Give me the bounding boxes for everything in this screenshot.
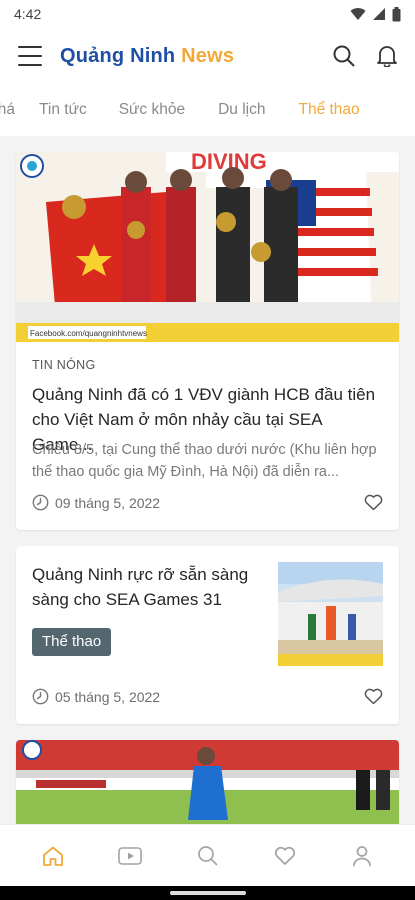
status-bar: 4:42 (0, 0, 415, 28)
stadium-photo (278, 562, 383, 666)
home-gesture-handle[interactable] (170, 891, 246, 895)
wifi-icon (350, 8, 366, 20)
article-tag: TIN NÓNG (32, 358, 96, 372)
article-card[interactable]: DIVING Facebook.com/quangninhtvnews TIN … (16, 152, 399, 530)
article-meta: 05 tháng 5, 2022 (32, 688, 383, 705)
home-icon[interactable] (42, 845, 64, 867)
clock-icon (32, 688, 49, 705)
tab-news[interactable]: Tin tức (39, 101, 87, 119)
article-date: 09 tháng 5, 2022 (55, 494, 161, 511)
app-actions (333, 45, 397, 67)
article-date: 05 tháng 5, 2022 (55, 688, 161, 705)
article-thumbnail[interactable] (278, 562, 383, 666)
clock-icon (32, 494, 49, 511)
nav-home[interactable] (31, 834, 75, 878)
tab-health[interactable]: Sức khỏe (119, 101, 185, 119)
app-title: Quảng Ninh News (60, 45, 234, 68)
bottom-navigation (0, 824, 415, 886)
tab-sports[interactable]: Thể thao (298, 101, 359, 119)
article-summary: Chiều 8/5, tại Cung thể thao dưới nước (… (32, 442, 377, 480)
category-tabs: khá Tin tức Sức khỏe Du lịch Thể thao (0, 86, 415, 134)
battery-icon (392, 6, 401, 21)
app-title-brand: Quảng Ninh (60, 44, 176, 67)
heart-icon[interactable] (274, 846, 296, 866)
category-badge[interactable]: Thể thao (32, 628, 112, 656)
article-card[interactable] (16, 740, 399, 824)
tab-partial[interactable]: khá (0, 101, 15, 119)
search-icon[interactable] (197, 845, 218, 866)
news-feed[interactable]: DIVING Facebook.com/quangninhtvnews TIN … (0, 136, 415, 824)
diving-podium-photo: DIVING Facebook.com/quangninhtvnews (16, 152, 399, 342)
football-photo (16, 740, 399, 824)
app-title-news: News (181, 44, 235, 67)
nav-search[interactable] (185, 834, 229, 878)
nav-favorites[interactable] (263, 834, 307, 878)
status-icons (350, 6, 401, 22)
person-icon[interactable] (352, 845, 372, 867)
app-bar: Quảng Ninh News (0, 28, 415, 84)
article-card[interactable]: Quảng Ninh rực rỡ sẵn sàng sàng cho SEA … (16, 546, 399, 724)
image-caption: Facebook.com/quangninhtvnews (30, 329, 147, 338)
video-icon[interactable] (118, 846, 142, 866)
article-headline[interactable]: Quảng Ninh rực rỡ sẵn sàng sàng cho SEA … (32, 562, 254, 612)
signal-icon (373, 8, 385, 20)
article-image: DIVING Facebook.com/quangninhtvnews (16, 152, 399, 342)
article-image (16, 740, 399, 824)
system-navigation-bar (0, 886, 415, 900)
bell-icon[interactable] (377, 45, 397, 67)
tab-travel[interactable]: Du lịch (218, 101, 265, 119)
search-icon[interactable] (333, 45, 355, 67)
article-meta: 09 tháng 5, 2022 (32, 494, 383, 511)
nav-video[interactable] (108, 834, 152, 878)
heart-icon[interactable] (364, 494, 383, 511)
heart-icon[interactable] (364, 688, 383, 705)
menu-icon[interactable] (18, 46, 42, 66)
nav-profile[interactable] (340, 834, 384, 878)
status-time: 4:42 (14, 6, 42, 22)
